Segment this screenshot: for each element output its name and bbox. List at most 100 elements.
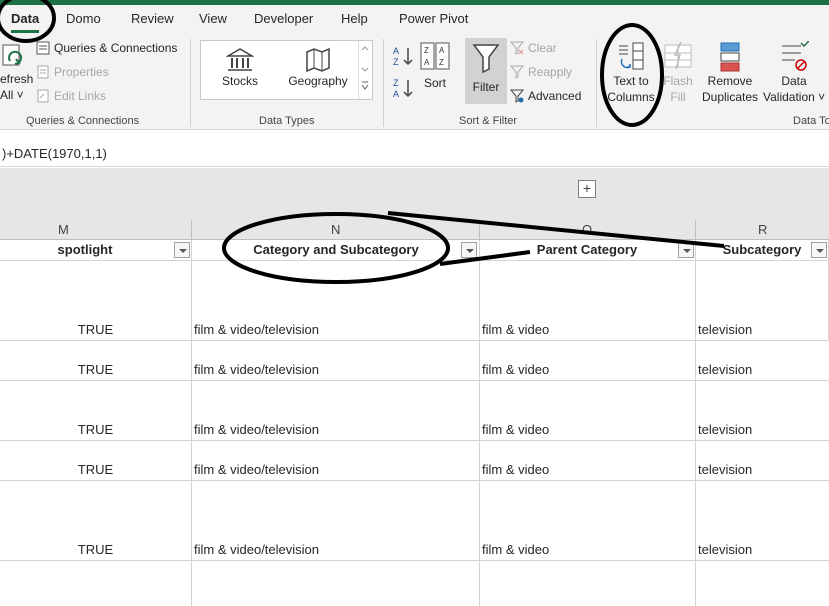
map-icon bbox=[306, 47, 330, 73]
cell-parent-category[interactable]: film & video bbox=[482, 322, 549, 337]
svg-text:Z: Z bbox=[439, 58, 444, 67]
ribbon: efresh All ˅ Queries & Connections Prope… bbox=[0, 33, 829, 130]
edit-links-icon bbox=[37, 89, 49, 103]
stocks-button[interactable]: Stocks bbox=[213, 47, 267, 89]
advanced-label: Advanced bbox=[528, 89, 582, 103]
sort-button[interactable]: Z A A Z Sort bbox=[419, 41, 451, 91]
svg-text:A: A bbox=[424, 58, 430, 67]
grid-line bbox=[479, 240, 480, 606]
reapply-icon bbox=[510, 65, 524, 79]
grid-line bbox=[0, 260, 829, 261]
geography-button[interactable]: Geography bbox=[287, 47, 349, 89]
column-letter-n[interactable]: N bbox=[331, 222, 340, 237]
tab-domo[interactable]: Domo bbox=[66, 11, 101, 26]
gallery-scroll[interactable] bbox=[358, 41, 372, 99]
cell-subcategory[interactable]: television bbox=[698, 542, 752, 557]
cell-parent-category[interactable]: film & video bbox=[482, 362, 549, 377]
group-separator bbox=[383, 39, 384, 127]
reapply-button[interactable]: Reapply bbox=[510, 65, 572, 79]
cell-subcategory[interactable]: television bbox=[698, 362, 752, 377]
stocks-icon bbox=[226, 48, 254, 71]
queries-connections-button[interactable]: Queries & Connections bbox=[36, 41, 177, 55]
ribbon-tabs: Data Domo Review View Developer Help Pow… bbox=[0, 5, 829, 33]
column-letter-r[interactable]: R bbox=[758, 222, 767, 237]
tab-view[interactable]: View bbox=[199, 11, 227, 26]
flash-fill-label-2: Fill bbox=[670, 90, 686, 104]
tab-data[interactable]: Data bbox=[11, 11, 39, 26]
outline-area bbox=[0, 168, 829, 220]
geography-label: Geography bbox=[288, 74, 348, 88]
cell-spotlight[interactable]: TRUE bbox=[0, 322, 191, 337]
cell-spotlight[interactable]: TRUE bbox=[0, 462, 191, 477]
cell-category[interactable]: film & video/television bbox=[194, 422, 319, 437]
reapply-label: Reapply bbox=[528, 65, 573, 79]
filter-button[interactable]: Filter bbox=[465, 38, 507, 104]
clear-filter-button[interactable]: Clear bbox=[510, 41, 557, 55]
svg-text:A: A bbox=[393, 89, 399, 99]
tab-power-pivot[interactable]: Power Pivot bbox=[399, 11, 468, 26]
grid-line bbox=[0, 560, 829, 561]
text-to-columns-label-2: Columns bbox=[607, 90, 655, 104]
tab-help[interactable]: Help bbox=[341, 11, 368, 26]
properties-button[interactable]: Properties bbox=[36, 65, 109, 79]
advanced-filter-icon bbox=[510, 89, 524, 103]
cell-subcategory[interactable]: television bbox=[698, 322, 752, 337]
cell-parent-category[interactable]: film & video bbox=[482, 422, 549, 437]
cell-spotlight[interactable]: TRUE bbox=[0, 542, 191, 557]
text-to-columns-button[interactable]: Text to Columns bbox=[604, 41, 658, 105]
filter-dropdown-icon[interactable] bbox=[811, 242, 827, 258]
cell-parent-category[interactable]: film & video bbox=[482, 462, 549, 477]
queries-connections-label: Queries & Connections bbox=[54, 41, 178, 55]
remove-duplicates-button[interactable]: Remove Duplicates bbox=[700, 41, 760, 105]
sort-ascending-button[interactable]: A Z bbox=[392, 45, 416, 69]
header-parent-category[interactable]: Parent Category bbox=[479, 240, 695, 260]
column-letter-o[interactable]: O bbox=[582, 222, 592, 237]
properties-icon bbox=[37, 65, 49, 79]
column-divider bbox=[695, 220, 696, 240]
formula-bar[interactable]: )+DATE(1970,1,1) bbox=[0, 139, 829, 167]
edit-links-label: Edit Links bbox=[54, 89, 107, 103]
data-types-group-label: Data Types bbox=[259, 115, 315, 127]
header-category-subcategory[interactable]: Category and Subcategory bbox=[191, 240, 481, 260]
cell-category[interactable]: film & video/television bbox=[194, 542, 319, 557]
flash-fill-button[interactable]: Flash Fill bbox=[661, 41, 695, 105]
cell-spotlight[interactable]: TRUE bbox=[0, 362, 191, 377]
remove-duplicates-label-1: Remove bbox=[707, 74, 753, 88]
svg-text:Z: Z bbox=[424, 46, 429, 55]
tab-developer[interactable]: Developer bbox=[254, 11, 313, 26]
column-letter-m[interactable]: M bbox=[58, 222, 69, 237]
filter-dropdown-icon[interactable] bbox=[174, 242, 190, 258]
cell-category[interactable]: film & video/television bbox=[194, 462, 319, 477]
refresh-all-button[interactable]: efresh All ˅ bbox=[0, 43, 33, 103]
edit-links-button[interactable]: Edit Links bbox=[36, 89, 106, 103]
header-subcategory[interactable]: Subcategory bbox=[695, 240, 829, 260]
grid-line bbox=[0, 440, 829, 441]
svg-text:A: A bbox=[393, 46, 399, 56]
expand-group-button[interactable]: + bbox=[578, 180, 596, 198]
cell-spotlight[interactable]: TRUE bbox=[0, 422, 191, 437]
worksheet-grid: spotlight Category and Subcategory Paren… bbox=[0, 240, 829, 606]
svg-text:Z: Z bbox=[393, 78, 399, 88]
sort-descending-button[interactable]: Z A bbox=[392, 77, 416, 101]
advanced-filter-button[interactable]: Advanced bbox=[510, 89, 581, 103]
filter-dropdown-icon[interactable] bbox=[461, 242, 477, 258]
grid-line bbox=[0, 340, 829, 341]
svg-text:A: A bbox=[439, 46, 445, 55]
filter-dropdown-icon[interactable] bbox=[678, 242, 694, 258]
sort-dialog-icon: Z A A Z bbox=[420, 42, 450, 70]
data-validation-icon bbox=[782, 41, 809, 71]
cell-subcategory[interactable]: television bbox=[698, 422, 752, 437]
data-validation-label-2: Validation ˅ bbox=[763, 90, 826, 104]
remove-duplicates-icon bbox=[720, 42, 740, 72]
cell-category[interactable]: film & video/television bbox=[194, 362, 319, 377]
header-spotlight[interactable]: spotlight bbox=[0, 240, 170, 260]
cell-category[interactable]: film & video/television bbox=[194, 322, 319, 337]
data-validation-button[interactable]: Data Validation ˅ bbox=[763, 41, 825, 105]
sort-label: Sort bbox=[423, 76, 446, 90]
tab-review[interactable]: Review bbox=[131, 11, 174, 26]
sort-descending-icon: Z A bbox=[393, 78, 413, 99]
cell-subcategory[interactable]: television bbox=[698, 462, 752, 477]
grid-line bbox=[191, 240, 192, 606]
grid-line bbox=[0, 380, 829, 381]
cell-parent-category[interactable]: film & video bbox=[482, 542, 549, 557]
